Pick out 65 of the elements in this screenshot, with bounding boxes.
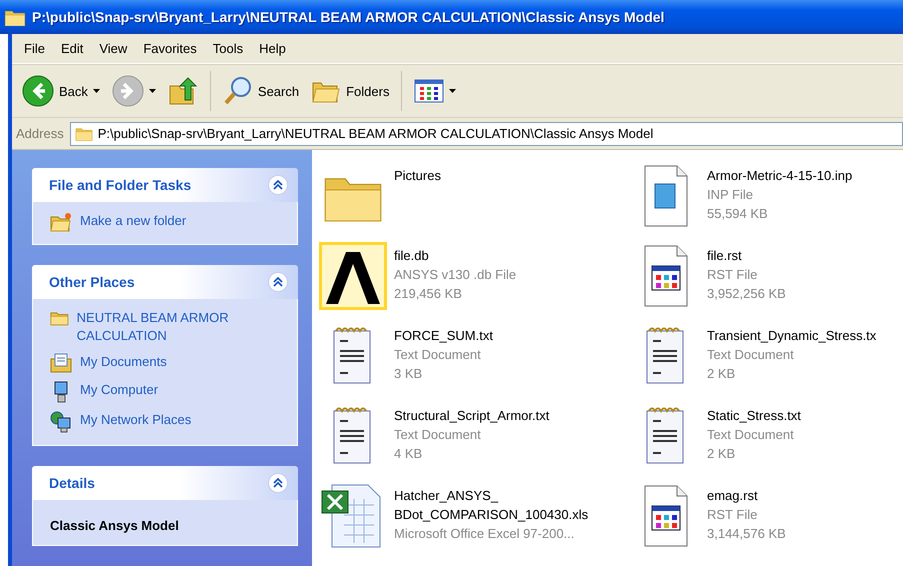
file-size: 4 KB [394,445,424,463]
double-chevron-up-icon [273,277,283,287]
file-name[interactable]: Hatcher_ANSYS_ BDot_COMPARISON_100430.xls [394,486,588,524]
file-size: 2 KB [707,365,736,383]
place-link[interactable]: My Documents [50,353,285,373]
file-type: INP File [707,186,754,204]
window-title: P:\public\Snap-srv\Bryant_Larry\NEUTRAL BEAM ARMOR CALCULATION\Classic Ansys Model [32,9,664,25]
file-size: 3,952,256 KB [707,285,786,303]
back-button[interactable]: Back [18,72,104,110]
menu-item[interactable]: Edit [52,39,92,58]
panel-title: File and Folder Tasks [49,177,192,193]
file-size: 55,594 KB [707,205,769,223]
view-grid-icon [414,79,444,103]
folder-up-arrow-icon [168,76,198,106]
file-name[interactable]: Structural_Script_Armor.txt [394,406,550,425]
panel-title: Details [49,475,95,491]
collapse-button[interactable] [268,272,288,292]
file-name[interactable]: FORCE_SUM.txt [394,326,493,345]
file-type: Text Document [394,346,482,364]
place-link[interactable]: NEUTRAL BEAM ARMOR CALCULATION [50,309,285,345]
menu-item[interactable]: Help [251,39,294,58]
documents-folder-icon [50,353,72,373]
double-chevron-up-icon [273,180,283,190]
collapse-button[interactable] [268,175,288,195]
file-type: RST File [707,506,758,524]
file-size: 2 KB [707,445,736,463]
file-name[interactable]: Static_Stress.txt [707,406,801,425]
panel-title: Other Places [49,274,135,290]
menu-item[interactable]: File [16,39,53,58]
new-folder-icon [50,212,72,232]
address-label: Address [16,126,64,141]
file-name[interactable]: file.rst [707,246,786,265]
file-size: 219,456 KB [394,285,463,303]
file-type: Text Document [707,426,795,444]
search-icon [222,76,253,106]
double-chevron-up-icon [273,478,283,488]
file-size: 3 KB [394,365,424,383]
caret-icon [449,89,456,93]
letter-a-logo-icon [319,242,387,310]
file-type: ANSYS v130 .db File [394,266,516,284]
file-name[interactable]: Armor-Metric-4-15-10.inp [707,166,852,185]
caret-icon [92,89,100,93]
file-size: 3,144,576 KB [707,525,786,543]
caret-icon [148,89,156,93]
file-type: RST File [707,266,758,284]
folders-button[interactable]: Folders [307,74,394,108]
file-type: Microsoft Office Excel 97-200... [394,525,576,543]
file-type: Text Document [707,346,795,364]
file-name[interactable]: Transient_Dynamic_Stress.tx [707,326,876,345]
place-link[interactable]: Make a new folder [50,212,285,232]
menu-item[interactable]: Tools [204,39,252,58]
file-name[interactable]: file.db [394,246,516,265]
menu-item[interactable]: View [91,39,136,58]
menu-item[interactable]: Favorites [135,39,205,58]
address-field[interactable]: P:\public\Snap-srv\Bryant_Larry\NEUTRAL BEAM ARMOR CALCULATION\Classic Ansys Model [70,122,903,146]
file-name[interactable]: Pictures [394,166,441,185]
file-name[interactable]: emag.rst [707,486,786,505]
place-link[interactable]: My Network Places [50,411,285,433]
file-type: Text Document [394,426,482,444]
details-heading: Classic Ansys Model [50,517,180,533]
collapse-button[interactable] [268,473,288,493]
search-button[interactable]: Search [218,73,304,109]
network-computer-icon [50,411,72,433]
folder-icon [74,126,93,142]
place-link[interactable]: My Computer [50,381,285,403]
